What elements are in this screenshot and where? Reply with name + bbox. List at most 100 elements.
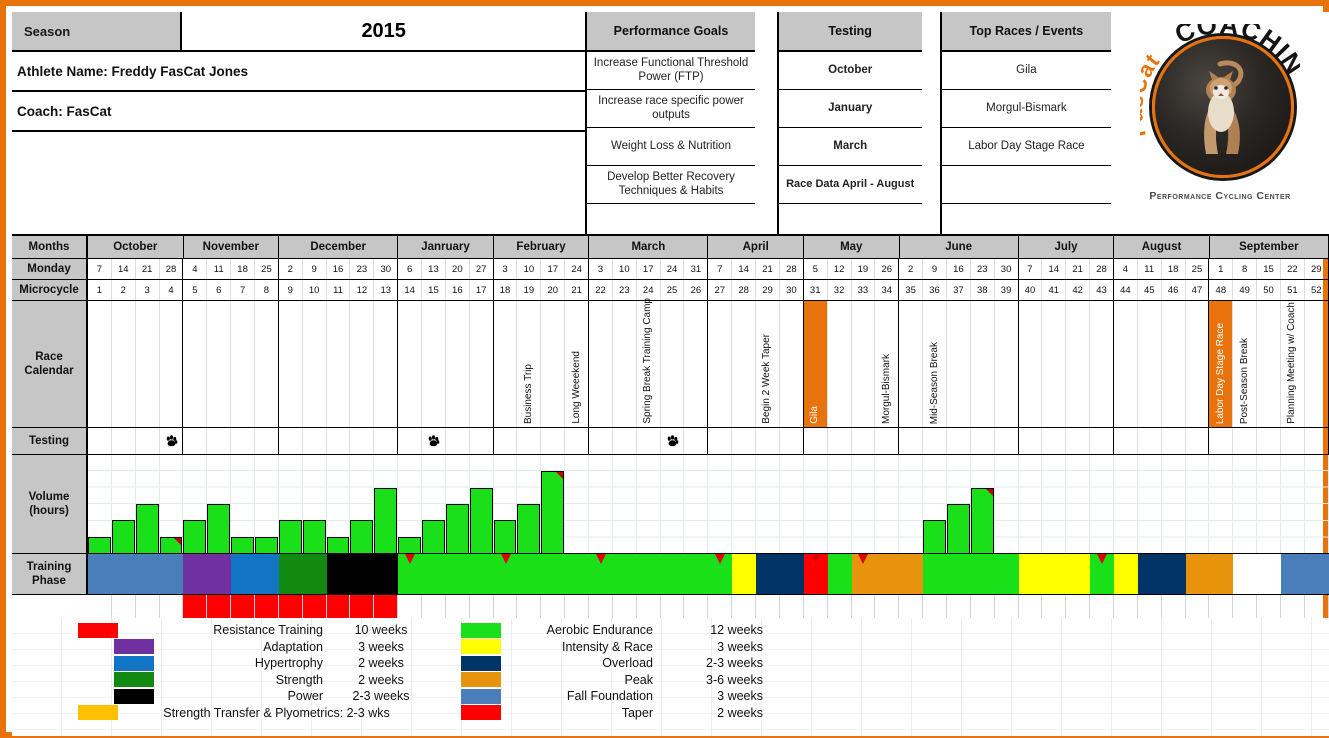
training-phase-bar[interactable]: [1209, 554, 1234, 594]
testing-empty-cell[interactable]: [1233, 428, 1258, 454]
testing-item[interactable]: Race Data April - August: [778, 166, 922, 204]
training-phase-cell[interactable]: [1280, 554, 1305, 594]
training-phase-cells[interactable]: [88, 554, 1329, 594]
race-calendar-empty-cell[interactable]: [1162, 301, 1186, 427]
training-phase-bar[interactable]: [1090, 554, 1114, 594]
race-calendar-empty-cell[interactable]: [470, 301, 494, 427]
training-phase-bar[interactable]: [255, 554, 279, 594]
training-phase-cell[interactable]: [469, 554, 494, 594]
training-phase-bar[interactable]: [994, 554, 1019, 594]
training-phase-bar[interactable]: [779, 554, 804, 594]
testing-empty-cell[interactable]: [446, 428, 470, 454]
training-phase-cell[interactable]: [374, 554, 399, 594]
race-calendar-empty-cell[interactable]: [732, 301, 757, 427]
testing-empty-cell[interactable]: [350, 428, 375, 454]
race-calendar-event[interactable]: Labor Day Stage Race: [1209, 301, 1234, 427]
testing-empty-cell[interactable]: [971, 428, 995, 454]
training-phase-cell[interactable]: [183, 554, 208, 594]
training-phase-cell[interactable]: [923, 554, 947, 594]
training-phase-bar[interactable]: [1304, 554, 1329, 594]
race-calendar-event[interactable]: Spring Break Training Camp: [637, 298, 661, 427]
training-phase-cell[interactable]: [1018, 554, 1043, 594]
testing-empty-cell[interactable]: [828, 428, 852, 454]
training-phase-bar[interactable]: [493, 554, 518, 594]
training-phase-bar[interactable]: [612, 554, 637, 594]
training-phase-cell[interactable]: [994, 554, 1019, 594]
training-phase-bar[interactable]: [398, 554, 423, 594]
testing-empty-cell[interactable]: [780, 428, 804, 454]
training-phase-cell[interactable]: [612, 554, 637, 594]
race-calendar-empty-cell[interactable]: [1090, 301, 1114, 427]
race-calendar-empty-cell[interactable]: [1257, 301, 1281, 427]
training-phase-bar[interactable]: [88, 554, 112, 594]
race-calendar-empty-cell[interactable]: [112, 301, 136, 427]
performance-goal-item[interactable]: Develop Better Recovery Techniques & Hab…: [587, 166, 755, 204]
training-phase-bar[interactable]: [469, 554, 494, 594]
training-phase-bar[interactable]: [732, 554, 757, 594]
race-calendar-event[interactable]: Mid-Season Break: [923, 301, 947, 427]
testing-empty-cell[interactable]: [207, 428, 232, 454]
training-phase-cell[interactable]: [255, 554, 279, 594]
race-calendar-empty-cell[interactable]: [684, 301, 709, 427]
testing-empty-cell[interactable]: [88, 428, 112, 454]
testing-empty-cell[interactable]: [637, 428, 661, 454]
training-phase-bar[interactable]: [565, 554, 590, 594]
testing-empty-cell[interactable]: [875, 428, 900, 454]
testing-empty-cell[interactable]: [1305, 428, 1329, 454]
performance-goal-item[interactable]: Increase Functional Threshold Power (FTP…: [587, 52, 755, 90]
training-phase-bar[interactable]: [302, 554, 327, 594]
testing-empty-cell[interactable]: [1281, 428, 1305, 454]
training-phase-cell[interactable]: [1233, 554, 1258, 594]
training-phase-bar[interactable]: [183, 554, 208, 594]
training-phase-cell[interactable]: [159, 554, 184, 594]
training-phase-bar[interactable]: [1137, 554, 1162, 594]
top-race-item[interactable]: Morgul-Bismark: [941, 90, 1111, 128]
testing-empty-cell[interactable]: [852, 428, 876, 454]
race-calendar-event[interactable]: Morgul-Bismark: [875, 301, 900, 427]
training-phase-cell[interactable]: [422, 554, 446, 594]
training-phase-bar[interactable]: [756, 554, 780, 594]
race-calendar-empty-cell[interactable]: [422, 301, 446, 427]
training-phase-cell[interactable]: [302, 554, 327, 594]
race-calendar-empty-cell[interactable]: [231, 301, 256, 427]
training-phase-cell[interactable]: [517, 554, 542, 594]
testing-empty-cell[interactable]: [995, 428, 1019, 454]
training-phase-bar[interactable]: [1233, 554, 1258, 594]
top-race-item[interactable]: [941, 166, 1111, 204]
training-phase-bar[interactable]: [1185, 554, 1210, 594]
training-phase-cell[interactable]: [1090, 554, 1114, 594]
race-calendar-empty-cell[interactable]: [852, 301, 876, 427]
race-calendar-empty-cell[interactable]: [947, 301, 971, 427]
training-phase-bar[interactable]: [589, 554, 613, 594]
testing-empty-cell[interactable]: [684, 428, 709, 454]
race-calendar-event[interactable]: Begin 2 Week Taper: [756, 301, 780, 427]
training-phase-bar[interactable]: [278, 554, 303, 594]
training-phase-cell[interactable]: [970, 554, 995, 594]
testing-empty-cell[interactable]: [708, 428, 733, 454]
race-calendar-empty-cell[interactable]: [1186, 301, 1210, 427]
training-phase-cell[interactable]: [1066, 554, 1091, 594]
training-phase-cell[interactable]: [827, 554, 852, 594]
race-calendar-empty-cell[interactable]: [136, 301, 160, 427]
training-phase-bar[interactable]: [159, 554, 184, 594]
training-phase-bar[interactable]: [111, 554, 136, 594]
training-phase-bar[interactable]: [970, 554, 995, 594]
training-phase-bar[interactable]: [851, 554, 876, 594]
testing-item[interactable]: October: [778, 52, 922, 90]
training-phase-bar[interactable]: [708, 554, 733, 594]
testing-empty-cell[interactable]: [112, 428, 136, 454]
training-phase-bar[interactable]: [636, 554, 661, 594]
testing-empty-cell[interactable]: [183, 428, 208, 454]
race-calendar-empty-cell[interactable]: [350, 301, 375, 427]
training-phase-bar[interactable]: [1042, 554, 1067, 594]
race-calendar-cells[interactable]: Business Trip Long Weeekend Spring Break T…: [88, 298, 1329, 427]
top-race-item[interactable]: Gila: [941, 52, 1111, 90]
race-calendar-event[interactable]: Planning Meeting w/ Coach: [1281, 301, 1305, 427]
training-phase-cell[interactable]: [326, 554, 351, 594]
testing-empty-cell[interactable]: [398, 428, 423, 454]
testing-empty-cell[interactable]: [947, 428, 971, 454]
testing-empty-cell[interactable]: [1186, 428, 1210, 454]
training-phase-cell[interactable]: [1113, 554, 1138, 594]
testing-empty-cell[interactable]: [1090, 428, 1114, 454]
testing-empty-cell[interactable]: [494, 428, 518, 454]
